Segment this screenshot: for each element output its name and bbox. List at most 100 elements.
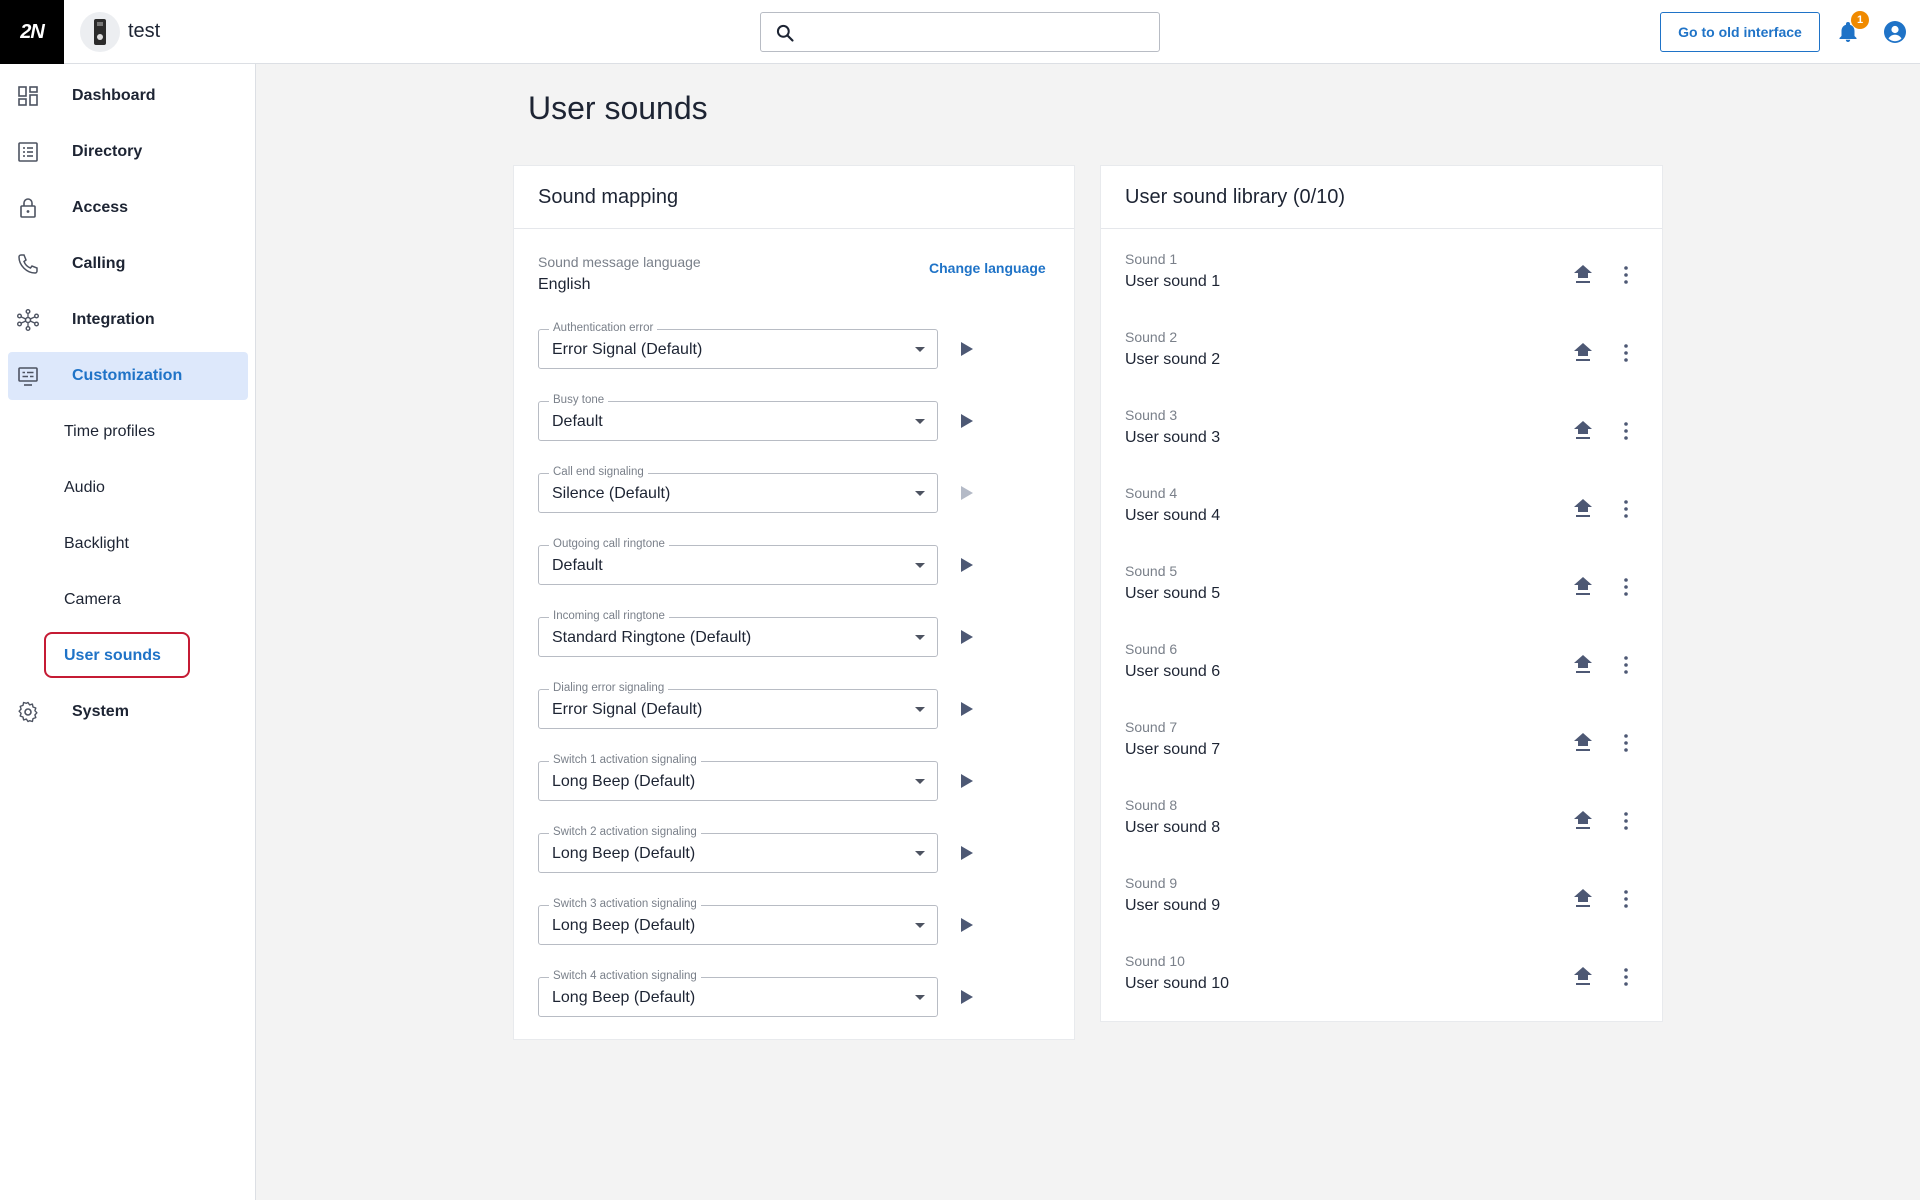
- device-name[interactable]: test: [128, 20, 160, 43]
- play-icon[interactable]: [961, 558, 973, 572]
- sidebar-item-calling[interactable]: Calling: [8, 240, 248, 288]
- dialing-error-signaling-select[interactable]: Dialing error signaling Error Signal (De…: [538, 682, 938, 729]
- field-value: Long Beep (Default): [552, 773, 696, 790]
- field-value: Long Beep (Default): [552, 845, 696, 862]
- top-bar: 2N test Go to old interface 1: [0, 0, 1920, 64]
- phone-icon: [18, 254, 38, 274]
- field-value: Error Signal (Default): [552, 701, 703, 718]
- upload-icon[interactable]: [1571, 575, 1595, 599]
- upload-icon[interactable]: [1571, 263, 1595, 287]
- sound-slot-value: User sound 9: [1125, 897, 1221, 914]
- search-box[interactable]: [760, 12, 1160, 52]
- page-title: User sounds: [528, 90, 708, 126]
- sound-slot-value: User sound 2: [1125, 351, 1221, 368]
- authentication-error-select[interactable]: Authentication error Error Signal (Defau…: [538, 322, 938, 369]
- more-vertical-icon[interactable]: [1614, 263, 1638, 287]
- field-value: Silence (Default): [552, 485, 671, 502]
- sidebar-item-system[interactable]: System: [8, 688, 248, 736]
- more-vertical-icon[interactable]: [1614, 653, 1638, 677]
- sidebar-subitem-time-profiles[interactable]: Time profiles: [64, 410, 155, 454]
- brand-logo[interactable]: 2N: [0, 0, 64, 64]
- more-vertical-icon[interactable]: [1614, 341, 1638, 365]
- upload-icon[interactable]: [1571, 497, 1595, 521]
- switch-2-activation-select[interactable]: Switch 2 activation signaling Long Beep …: [538, 826, 938, 873]
- sidebar-item-label: Directory: [72, 143, 143, 160]
- sidebar-subitem-backlight[interactable]: Backlight: [64, 522, 129, 566]
- incoming-call-ringtone-select[interactable]: Incoming call ringtone Standard Ringtone…: [538, 610, 938, 657]
- field-label: Switch 3 activation signaling: [549, 898, 701, 910]
- sidebar-item-directory[interactable]: Directory: [8, 128, 248, 176]
- switch-1-activation-select[interactable]: Switch 1 activation signaling Long Beep …: [538, 754, 938, 801]
- list-item: Sound 4 User sound 4: [1101, 475, 1662, 553]
- field-label: Dialing error signaling: [549, 682, 669, 694]
- sidebar-item-dashboard[interactable]: Dashboard: [8, 72, 248, 120]
- play-icon[interactable]: [961, 342, 973, 356]
- chevron-down-icon: [915, 563, 925, 568]
- sidebar-item-label: Integration: [72, 311, 155, 328]
- sound-slot-name: Sound 4: [1125, 485, 1178, 501]
- sound-slot-value: User sound 8: [1125, 819, 1221, 836]
- list-item: Sound 2 User sound 2: [1101, 319, 1662, 397]
- list-item: Sound 1 User sound 1: [1101, 241, 1662, 319]
- divider: [514, 228, 1074, 229]
- switch-4-activation-select[interactable]: Switch 4 activation signaling Long Beep …: [538, 970, 938, 1017]
- field-value: Long Beep (Default): [552, 989, 696, 1006]
- busy-tone-select[interactable]: Busy tone Default: [538, 394, 938, 441]
- list-item: Sound 5 User sound 5: [1101, 553, 1662, 631]
- sidebar-subitem-audio[interactable]: Audio: [64, 466, 105, 510]
- device-avatar: [80, 12, 120, 52]
- more-vertical-icon[interactable]: [1614, 731, 1638, 755]
- upload-icon[interactable]: [1571, 341, 1595, 365]
- sidebar-item-label: Dashboard: [72, 87, 156, 104]
- more-vertical-icon[interactable]: [1614, 965, 1638, 989]
- integration-icon: [17, 309, 40, 332]
- upload-icon[interactable]: [1571, 731, 1595, 755]
- play-icon[interactable]: [961, 414, 973, 428]
- sidebar-item-access[interactable]: Access: [8, 184, 248, 232]
- play-icon[interactable]: [961, 918, 973, 932]
- play-icon[interactable]: [961, 774, 973, 788]
- play-icon[interactable]: [961, 702, 973, 716]
- card-title: Sound mapping: [538, 186, 679, 208]
- chevron-down-icon: [915, 923, 925, 928]
- field-label: Switch 4 activation signaling: [549, 970, 701, 982]
- play-icon[interactable]: [961, 630, 973, 644]
- field-value: Standard Ringtone (Default): [552, 629, 752, 646]
- more-vertical-icon[interactable]: [1614, 497, 1638, 521]
- upload-icon[interactable]: [1571, 419, 1595, 443]
- account-icon[interactable]: [1883, 20, 1907, 44]
- upload-icon[interactable]: [1571, 809, 1595, 833]
- sound-language-label: Sound message language: [538, 254, 701, 270]
- more-vertical-icon[interactable]: [1614, 887, 1638, 911]
- sidebar-item-customization[interactable]: Customization: [8, 352, 248, 400]
- more-vertical-icon[interactable]: [1614, 419, 1638, 443]
- field-value: Long Beep (Default): [552, 917, 696, 934]
- sound-slot-name: Sound 5: [1125, 563, 1178, 579]
- more-vertical-icon[interactable]: [1614, 575, 1638, 599]
- chevron-down-icon: [915, 851, 925, 856]
- gear-icon: [18, 701, 38, 723]
- chevron-down-icon: [915, 347, 925, 352]
- switch-3-activation-select[interactable]: Switch 3 activation signaling Long Beep …: [538, 898, 938, 945]
- sound-slot-name: Sound 10: [1125, 953, 1185, 969]
- sidebar-item-integration[interactable]: Integration: [8, 296, 248, 344]
- call-end-signaling-select[interactable]: Call end signaling Silence (Default): [538, 466, 938, 513]
- sound-slot-value: User sound 7: [1125, 741, 1221, 758]
- search-input[interactable]: [807, 19, 1147, 45]
- upload-icon[interactable]: [1571, 887, 1595, 911]
- upload-icon[interactable]: [1571, 965, 1595, 989]
- lock-icon: [20, 198, 36, 218]
- play-icon[interactable]: [961, 990, 973, 1004]
- more-vertical-icon[interactable]: [1614, 809, 1638, 833]
- go-to-old-interface-button[interactable]: Go to old interface: [1660, 12, 1820, 52]
- search-icon: [776, 24, 794, 42]
- change-language-button[interactable]: Change language: [929, 260, 1046, 276]
- sidebar-subitem-camera[interactable]: Camera: [64, 578, 121, 622]
- play-icon[interactable]: [961, 846, 973, 860]
- sound-mapping-card: Sound mapping Sound message language Eng…: [513, 165, 1075, 1040]
- outgoing-call-ringtone-select[interactable]: Outgoing call ringtone Default: [538, 538, 938, 585]
- upload-icon[interactable]: [1571, 653, 1595, 677]
- sound-slot-name: Sound 1: [1125, 251, 1178, 267]
- sound-slot-value: User sound 6: [1125, 663, 1221, 680]
- play-icon[interactable]: [961, 486, 973, 500]
